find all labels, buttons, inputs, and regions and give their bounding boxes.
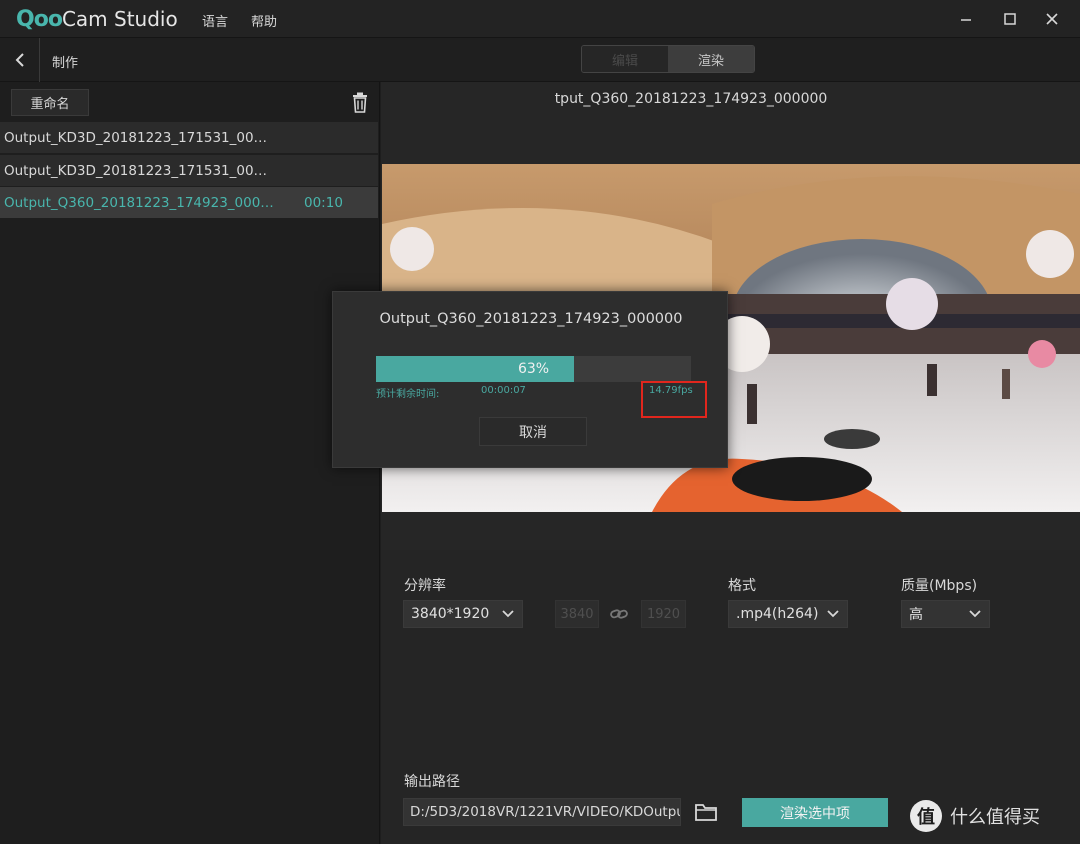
mode-switch: 编辑 渲染	[581, 45, 755, 73]
file-name: Output_Q360_20181223_174923_000…	[4, 194, 274, 211]
chevron-down-icon	[502, 610, 514, 618]
height-input[interactable]: 1920	[641, 600, 686, 628]
file-name: Output_KD3D_20181223_171531_00…	[4, 129, 268, 146]
format-select[interactable]: .mp4(h264)	[728, 600, 848, 628]
browse-folder-button[interactable]	[694, 801, 718, 827]
quality-label: 质量(Mbps)	[901, 578, 978, 594]
resolution-select[interactable]: 3840*1920	[403, 600, 523, 628]
output-path-label: 输出路径	[404, 774, 460, 790]
menu-language[interactable]: 语言	[202, 11, 228, 30]
minimize-button[interactable]	[955, 8, 977, 30]
toolbar: 制作 编辑 渲染	[0, 38, 1080, 82]
eta-value: 00:00:07	[481, 385, 526, 396]
tab-render[interactable]: 渲染	[668, 46, 754, 72]
progress-bar: 63%	[376, 356, 691, 382]
watermark-text: 什么值得买	[950, 807, 1040, 828]
resolution-label: 分辨率	[404, 578, 446, 594]
title-bar: Qoo Cam Studio 语言 帮助	[0, 0, 1080, 38]
resolution-value: 3840*1920	[411, 606, 490, 622]
chevron-down-icon	[827, 610, 839, 618]
watermark-badge: 值	[910, 800, 942, 832]
dialog-title: Output_Q360_20181223_174923_000000	[379, 311, 683, 327]
close-icon	[1046, 13, 1058, 25]
eta-label: 预计剩余时间:	[376, 389, 440, 400]
format-label: 格式	[728, 578, 756, 594]
cancel-button[interactable]: 取消	[479, 417, 587, 446]
output-path-field[interactable]: D:/5D3/2018VR/1221VR/VIDEO/KDOutput	[403, 798, 681, 826]
format-value: .mp4(h264)	[736, 606, 819, 622]
progress-percent: 63%	[517, 361, 550, 377]
render-selected-button[interactable]: 渲染选中项	[742, 798, 888, 827]
render-progress-dialog: Output_Q360_20181223_174923_000000 63% 预…	[332, 291, 728, 468]
file-name: Output_KD3D_20181223_171531_00…	[4, 162, 268, 179]
trash-icon	[353, 92, 367, 113]
list-item[interactable]: Output_KD3D_20181223_171531_00…	[0, 122, 378, 153]
highlight-box	[641, 381, 707, 418]
delete-button[interactable]	[350, 92, 370, 114]
folder-icon	[695, 804, 717, 821]
menu-help[interactable]: 帮助	[251, 11, 277, 30]
file-list-panel: 重命名 Output_KD3D_20181223_171531_00… Outp…	[0, 82, 380, 844]
maximize-button[interactable]	[999, 8, 1021, 30]
minimize-icon	[961, 19, 971, 21]
quality-select[interactable]: 高	[901, 600, 990, 628]
chevron-left-icon	[15, 53, 24, 67]
back-button[interactable]	[0, 38, 40, 82]
chevron-down-icon	[969, 610, 981, 618]
close-button[interactable]	[1041, 8, 1063, 30]
maximize-icon	[1004, 13, 1016, 25]
quality-value: 高	[909, 607, 923, 623]
file-duration: 00:10	[304, 194, 343, 211]
width-input[interactable]: 3840	[555, 600, 599, 628]
list-item[interactable]: Output_KD3D_20181223_171531_00…	[0, 155, 378, 186]
app-logo: Qoo Cam Studio	[16, 6, 178, 32]
rename-button[interactable]: 重命名	[11, 89, 89, 116]
link-icon[interactable]	[610, 605, 628, 627]
video-title: tput_Q360_20181223_174923_000000	[554, 91, 828, 107]
tab-edit[interactable]: 编辑	[582, 46, 668, 72]
watermark: 值 什么值得买	[910, 800, 1040, 832]
section-title: 制作	[52, 56, 79, 71]
list-item-selected[interactable]: Output_Q360_20181223_174923_000… 00:10	[0, 187, 378, 218]
